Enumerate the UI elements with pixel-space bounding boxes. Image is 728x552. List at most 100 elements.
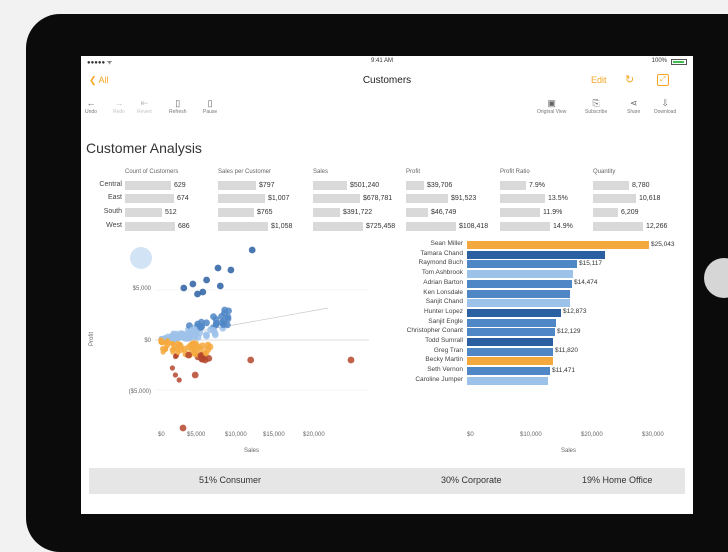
scatter-point[interactable] [203, 276, 210, 284]
scatter-point[interactable] [189, 280, 197, 288]
scatter-point[interactable] [170, 341, 176, 347]
scatter-point[interactable] [173, 334, 179, 340]
table-cell-value[interactable]: 686 [178, 223, 190, 230]
scatter-point[interactable] [172, 372, 178, 378]
revert-button[interactable]: ⇤ Revert [137, 98, 152, 115]
refresh-button[interactable]: ▯ Refresh [169, 98, 187, 115]
scatter-point[interactable] [162, 346, 168, 353]
customer-sales-bar[interactable] [467, 260, 577, 269]
scatter-point[interactable] [202, 349, 210, 357]
customer-sales-bar[interactable] [467, 357, 553, 366]
scatter-point[interactable] [197, 324, 204, 331]
customer-sales-bar[interactable] [467, 318, 556, 327]
scatter-point[interactable] [212, 316, 220, 323]
undo-label: Undo [85, 109, 97, 115]
segment-corporate[interactable]: 30% Corporate [441, 475, 502, 485]
table-cell-value[interactable]: 10,618 [639, 195, 660, 202]
scatter-point[interactable] [177, 346, 185, 353]
scatter-point[interactable] [194, 290, 201, 298]
scatter-point[interactable] [214, 264, 222, 272]
table-bar [313, 181, 347, 190]
table-cell-value[interactable]: $39,706 [427, 182, 452, 189]
customer-sales-bar[interactable] [467, 328, 555, 337]
scatter-point[interactable] [175, 340, 181, 346]
table-cell-value[interactable]: $108,418 [459, 223, 488, 230]
refresh-icon[interactable]: ↻ [625, 73, 634, 86]
undo-button[interactable]: ← Undo [85, 98, 97, 115]
scatter-point[interactable] [179, 424, 187, 432]
segment-consumer[interactable]: 51% Consumer [199, 475, 261, 485]
customer-sales-bar[interactable] [467, 250, 605, 259]
table-cell-value[interactable]: 674 [177, 195, 189, 202]
subscribe-button[interactable]: ⎘ Subscribe [585, 98, 607, 115]
customer-sales-bar[interactable] [467, 279, 572, 288]
scatter-point[interactable] [179, 332, 186, 339]
table-bar [500, 194, 545, 203]
table-cell-value[interactable]: 6,209 [621, 209, 639, 216]
customer-sales-bar[interactable] [467, 376, 548, 385]
table-cell-value[interactable]: 13.5% [548, 195, 568, 202]
table-cell-value[interactable]: $1,007 [268, 195, 289, 202]
profit-vs-sales-scatter[interactable] [81, 238, 371, 462]
scatter-point[interactable] [188, 342, 196, 349]
scatter-point[interactable] [201, 356, 209, 364]
table-bar [406, 222, 456, 231]
scatter-point[interactable] [247, 356, 255, 364]
x-tick-label: $20,000 [303, 432, 325, 438]
table-cell-value[interactable]: 629 [174, 182, 186, 189]
scatter-point[interactable] [206, 343, 214, 351]
customer-sales-bar[interactable] [467, 367, 550, 376]
scatter-point[interactable] [176, 377, 182, 383]
scatter-point[interactable] [218, 319, 226, 326]
download-button[interactable]: ⇩ Download [654, 98, 676, 115]
table-cell-value[interactable]: $46,749 [431, 209, 456, 216]
customer-sales-bar[interactable] [467, 270, 573, 279]
table-cell-value[interactable]: 11.9% [543, 209, 562, 216]
pause-button[interactable]: ▯ Pause [203, 98, 217, 115]
table-bar [218, 181, 256, 190]
customer-sales-bar[interactable] [467, 347, 553, 356]
toolbar: ← Undo → Redo ⇤ Revert ▯ Refresh ▯ Pause ▣ Ori… [81, 96, 693, 126]
segment-summary-bar[interactable]: 51% Consumer 30% Corporate 19% Home Offi… [89, 468, 685, 494]
table-cell-value[interactable]: $765 [257, 209, 273, 216]
table-cell-value[interactable]: $391,722 [343, 209, 372, 216]
table-cell-value[interactable]: $91,523 [451, 195, 476, 202]
table-cell-value[interactable]: 7.9% [529, 182, 545, 189]
scatter-point[interactable] [180, 284, 188, 292]
scatter-point[interactable] [191, 371, 199, 379]
table-cell-value[interactable]: $501,240 [350, 182, 379, 189]
table-cell-value[interactable]: $678,781 [363, 195, 392, 202]
customer-sales-value: $14,474 [574, 279, 598, 287]
scatter-point[interactable] [191, 349, 199, 356]
customer-sales-bar[interactable] [467, 241, 649, 249]
original-view-button[interactable]: ▣ Original View [537, 98, 566, 115]
table-cell-value[interactable]: 512 [165, 209, 177, 216]
revert-icon: ⇤ [140, 98, 149, 108]
scatter-point[interactable] [210, 327, 218, 334]
scatter-point[interactable] [161, 340, 168, 346]
customer-sales-bar[interactable] [467, 308, 561, 317]
scatter-point[interactable] [227, 266, 235, 274]
table-cell-value[interactable]: 8,780 [632, 182, 650, 189]
scatter-point[interactable] [185, 351, 192, 359]
scatter-point[interactable] [248, 246, 256, 254]
table-cell-value[interactable]: $1,058 [271, 223, 292, 230]
segment-home-office[interactable]: 19% Home Office [582, 475, 652, 485]
scatter-point[interactable] [216, 282, 224, 290]
table-cell-value[interactable]: $797 [259, 182, 275, 189]
customer-sales-bar[interactable] [467, 338, 553, 346]
scatter-point[interactable] [221, 309, 228, 317]
scatter-point[interactable] [188, 326, 196, 334]
edit-button[interactable]: Edit [591, 75, 607, 85]
share-button[interactable]: ⋖ Share [627, 98, 640, 115]
customer-sales-bar[interactable] [467, 289, 570, 298]
customer-name-label: Ken Lonsdale [423, 288, 463, 296]
fullscreen-icon[interactable]: ⤢ [657, 74, 669, 86]
scatter-point[interactable] [347, 356, 355, 364]
table-cell-value[interactable]: 12,266 [646, 223, 667, 230]
redo-button[interactable]: → Redo [113, 98, 125, 115]
table-cell-value[interactable]: $725,458 [366, 223, 395, 230]
customer-sales-bar[interactable] [467, 299, 570, 308]
scatter-point[interactable] [169, 365, 175, 371]
table-cell-value[interactable]: 14.9% [553, 223, 573, 230]
